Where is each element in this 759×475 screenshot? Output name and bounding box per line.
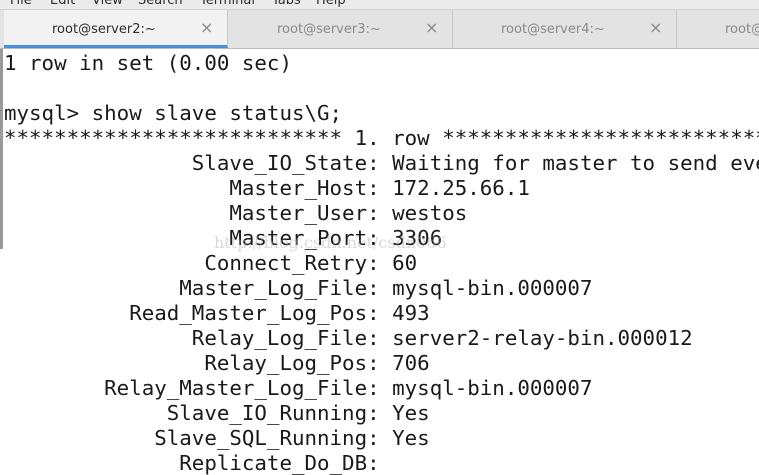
tab-label: root@ [725, 22, 759, 37]
menu-bar: File Edit View Search Terminal Tabs Help [0, 0, 759, 10]
terminal-output[interactable]: 1 row in set (0.00 sec) mysql> show slav… [4, 50, 759, 475]
terminal-line: Replicate_Do_DB: [4, 451, 393, 475]
close-icon[interactable]: × [200, 19, 213, 37]
terminal-line: *************************** 1. row *****… [4, 126, 759, 150]
tab-label: root@server2:~ [52, 22, 156, 37]
terminal-line: mysql> show slave status\G; [4, 101, 343, 125]
close-icon[interactable]: × [425, 19, 438, 37]
tab-server2[interactable]: root@server2:~ × [4, 10, 228, 48]
tab-bar: root@server2:~ × root@server3:~ × root@s… [0, 10, 759, 49]
terminal-line: Slave_IO_State: Waiting for master to se… [4, 151, 759, 175]
menu-edit[interactable]: Edit [50, 0, 75, 8]
tab-label: root@server3:~ [277, 22, 381, 37]
close-icon[interactable]: × [649, 19, 662, 37]
terminal-line: Relay_Master_Log_File: mysql-bin.000007 [4, 376, 593, 400]
menu-help[interactable]: Help [316, 0, 346, 8]
terminal-line: Relay_Log_File: server2-relay-bin.000012 [4, 326, 693, 350]
terminal-line: Relay_Log_Pos: 706 [4, 351, 430, 375]
menu-file[interactable]: File [10, 0, 32, 8]
terminal-line: Slave_SQL_Running: Yes [4, 426, 430, 450]
menu-tabs[interactable]: Tabs [272, 0, 301, 8]
menu-view[interactable]: View [92, 0, 123, 8]
terminal-line: Master_Port: 3306 [4, 226, 443, 250]
terminal-line: Master_Log_File: mysql-bin.000007 [4, 276, 593, 300]
tab-root-truncated[interactable]: root@ [677, 10, 759, 48]
terminal-line: Master_Host: 172.25.66.1 [4, 176, 530, 200]
tab-server4[interactable]: root@server4:~ × [453, 10, 677, 48]
tab-server3[interactable]: root@server3:~ × [229, 10, 453, 48]
menu-search[interactable]: Search [138, 0, 183, 8]
window-edge [0, 49, 3, 249]
tab-label: root@server4:~ [501, 22, 605, 37]
terminal-line: Slave_IO_Running: Yes [4, 401, 430, 425]
terminal-line: Master_User: westos [4, 201, 468, 225]
terminal-line: Connect_Retry: 60 [4, 251, 418, 275]
terminal-line: Read_Master_Log_Pos: 493 [4, 301, 430, 325]
menu-terminal[interactable]: Terminal [200, 0, 255, 8]
terminal-line: 1 row in set (0.00 sec) [4, 51, 292, 75]
